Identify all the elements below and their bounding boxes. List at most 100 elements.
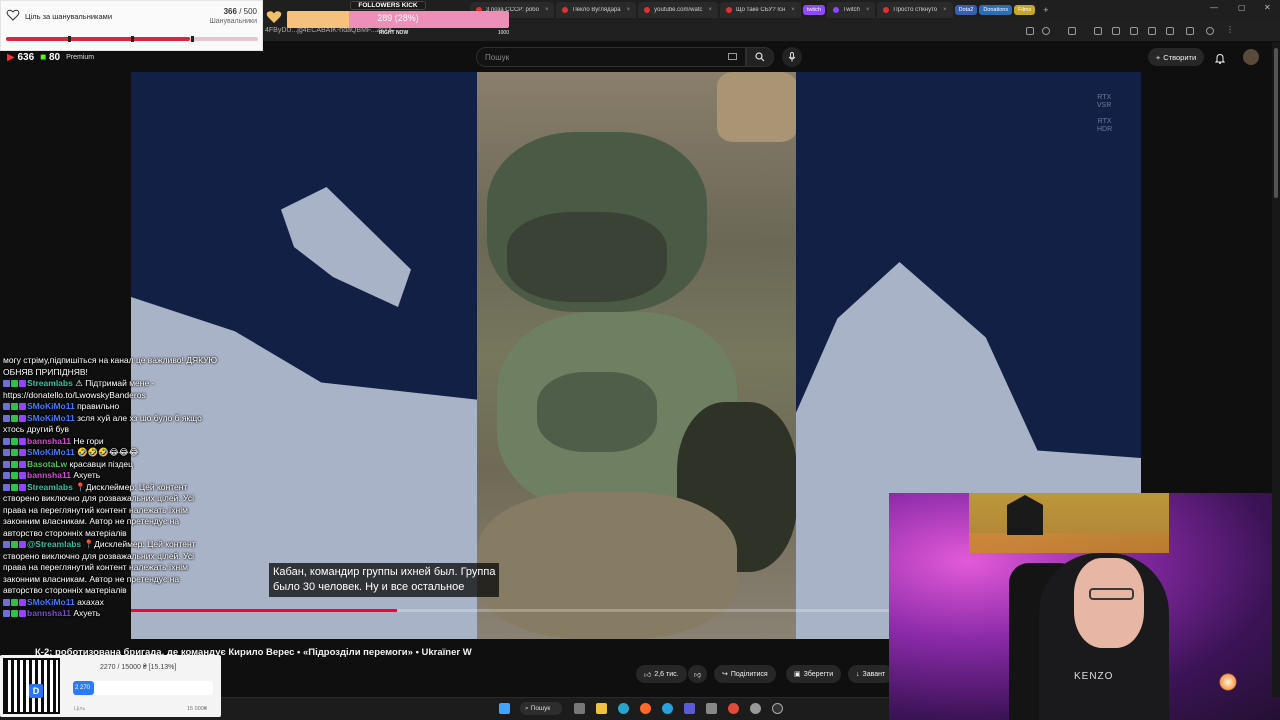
tab-group-pill[interactable]: twitch <box>802 5 825 15</box>
chat-text: правильно <box>77 401 120 411</box>
tab-group-pill[interactable]: Dota2 <box>954 5 978 15</box>
share-button[interactable]: ↪ Поділитися <box>714 665 776 683</box>
chat-message: Streamlabs 📍Дисклеймер: Цей контент ство… <box>3 482 218 540</box>
browser-tab[interactable]: Пекло Вуглядара × <box>556 2 637 18</box>
browser-tab[interactable]: Що таке СБУ? Існ × <box>720 2 801 18</box>
chrome-icon[interactable] <box>728 703 739 714</box>
profile-avatar[interactable] <box>1206 27 1214 35</box>
browser-tab[interactable]: Twitch × <box>826 2 876 18</box>
goal-milestone-marker <box>191 36 194 42</box>
notifications-bell-icon[interactable] <box>1214 51 1226 64</box>
voice-search-button[interactable] <box>782 47 802 67</box>
chat-username: bannsha11 <box>27 470 71 480</box>
chat-message: bannsha11 Не гори <box>3 436 218 448</box>
search-input[interactable]: Пошук <box>476 47 746 67</box>
twitch-icon <box>832 7 839 13</box>
keyboard-icon[interactable] <box>728 53 737 60</box>
account-avatar[interactable] <box>1243 49 1259 65</box>
browser-tab[interactable]: Просто стікнуто × <box>877 2 953 18</box>
microphone-icon <box>788 52 796 62</box>
save-button[interactable]: ▣ Зберегти <box>786 665 842 683</box>
extensions-icon[interactable] <box>1068 27 1076 35</box>
chat-text: 🤣🤣🤣😂😂😂 <box>77 447 139 457</box>
streamer-webcam: KENZO <box>889 493 1280 720</box>
like-button[interactable]: 👍︎ 2,6 тис. <box>636 665 687 683</box>
chat-badge-icon <box>19 483 26 491</box>
close-icon[interactable]: × <box>791 7 795 13</box>
camo-patch <box>507 212 667 302</box>
video-progress-bar[interactable] <box>131 609 891 612</box>
bookmark-star-icon[interactable] <box>1042 27 1050 35</box>
close-window-button[interactable]: ✕ <box>1264 3 1271 12</box>
chat-text: могу стріму,підпишіться на канал це важл… <box>3 355 218 377</box>
chat-badge-icon <box>19 414 26 422</box>
install-icon[interactable] <box>1026 27 1034 35</box>
menu-kebab-icon[interactable]: ⋮ <box>1226 26 1234 35</box>
close-icon[interactable]: × <box>545 7 549 13</box>
obs-icon[interactable] <box>772 703 783 714</box>
tab-group-pill[interactable]: Films <box>1014 5 1036 15</box>
tab-favicon-icon <box>562 7 569 13</box>
extension-icon[interactable] <box>1130 27 1138 35</box>
tab-group-pill[interactable]: Donations <box>979 5 1013 15</box>
chat-username: Streamlabs <box>27 481 73 492</box>
chat-badge-icon <box>3 460 10 468</box>
chat-badge-icon <box>19 380 26 387</box>
browser-tab[interactable]: youtube.com/watc × <box>638 2 719 18</box>
video-background-shape <box>281 187 411 307</box>
chat-badge-icon <box>11 380 18 387</box>
chat-message: SMoKiMo11 зсля хуй але хз шо було б якщо… <box>3 413 218 436</box>
close-icon[interactable]: × <box>709 7 713 13</box>
lamp <box>1219 673 1237 691</box>
plus-icon: + <box>1155 52 1161 62</box>
app-icon[interactable] <box>706 703 717 714</box>
chat-badge-icon <box>11 610 18 617</box>
download-button[interactable]: ↓ Завант <box>848 665 894 683</box>
extension-icon[interactable] <box>1166 27 1174 35</box>
app-icon[interactable] <box>684 703 695 714</box>
thumbs-up-icon: 👍︎ <box>644 671 652 679</box>
minimize-button[interactable]: — <box>1210 3 1218 12</box>
chat-badge-icon <box>11 460 18 468</box>
chat-username: BasotaLw <box>27 458 68 469</box>
windows-start-icon[interactable] <box>499 703 510 714</box>
chat-badge-icon <box>11 414 18 422</box>
scrollbar-thumb[interactable] <box>1274 48 1278 198</box>
extension-icon[interactable] <box>1148 27 1156 35</box>
chat-message: bannsha11 Ахуеть <box>3 470 218 482</box>
chat-message: SMoKiMo11 правильно <box>3 401 218 413</box>
task-view-icon[interactable] <box>574 703 585 714</box>
close-icon[interactable]: × <box>943 7 947 13</box>
maximize-button[interactable]: ▢ <box>1238 3 1246 12</box>
chat-badge-icon <box>19 437 26 445</box>
telegram-icon[interactable] <box>662 703 673 714</box>
streamer-face <box>1074 558 1144 648</box>
extension-icon[interactable] <box>1112 27 1120 35</box>
chat-badge-icon <box>19 541 26 548</box>
chat-message: SMoKiMo11 ахахах <box>3 597 218 609</box>
chat-badge-icon <box>3 610 10 617</box>
close-icon[interactable]: × <box>627 7 631 13</box>
page-scrollbar[interactable] <box>1272 42 1280 697</box>
chat-username: bannsha11 <box>27 608 71 618</box>
donation-progress-fill: 2 270 <box>73 681 94 695</box>
close-icon[interactable]: × <box>866 7 870 13</box>
video-subtitle: Кабан, командир группы ихней был. Группа… <box>269 563 500 597</box>
chat-badge-icon <box>11 541 18 548</box>
chat-badge-icon <box>19 598 26 606</box>
extension-icon[interactable] <box>1094 27 1102 35</box>
file-explorer-icon[interactable] <box>596 703 607 714</box>
taskbar-search[interactable]: ⌕ Пошук <box>520 702 562 715</box>
extension-icon[interactable] <box>1186 27 1194 35</box>
share-icon: ↪ <box>722 671 728 678</box>
dislike-button[interactable]: 👎︎ <box>688 665 708 683</box>
new-tab-button[interactable]: + <box>1043 5 1048 15</box>
create-button[interactable]: + Створити <box>1148 48 1204 66</box>
search-button[interactable] <box>746 47 774 67</box>
settings-gear-icon[interactable] <box>750 703 761 714</box>
followers-kick-widget: FOLLOWERS KICK 289 (28%) RIGHT NOW 1000 <box>287 0 509 36</box>
firefox-icon[interactable] <box>640 703 651 714</box>
chat-badge-icon <box>3 437 10 445</box>
edge-icon[interactable] <box>618 703 629 714</box>
chat-message: могу стріму,підпишіться на канал це важл… <box>3 355 218 378</box>
